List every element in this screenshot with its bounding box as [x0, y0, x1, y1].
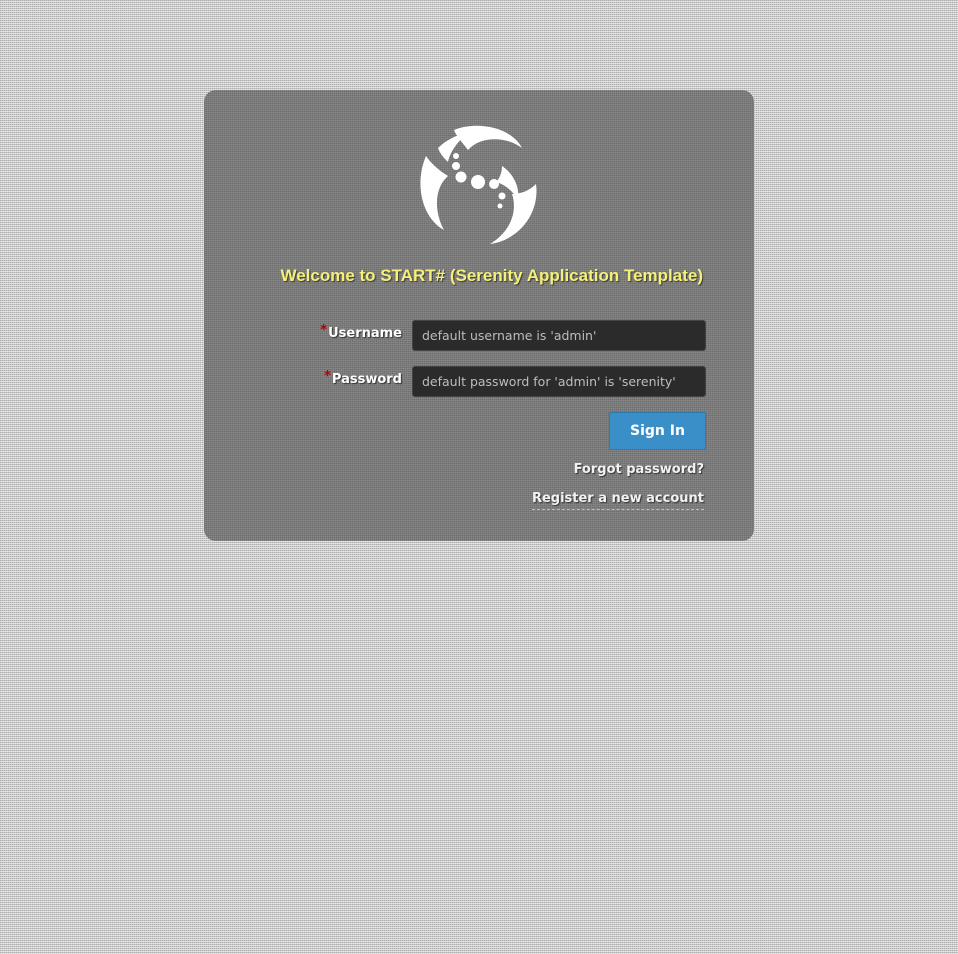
register-account-link[interactable]: Register a new account [531, 491, 704, 510]
sign-in-button[interactable]: Sign In [609, 412, 706, 450]
page-title: Welcome to START# (Serenity Application … [280, 266, 703, 285]
required-marker: * [324, 369, 331, 384]
username-label: *Username [262, 323, 402, 341]
required-marker: * [320, 323, 328, 338]
forgot-password-link[interactable]: Forgot password? [574, 462, 704, 477]
password-label-text: Password [331, 372, 402, 387]
username-label-text: Username [328, 326, 402, 341]
username-input[interactable] [412, 320, 706, 351]
serenity-logo-icon [420, 125, 537, 244]
login-panel: Welcome to START# (Serenity Application … [204, 90, 754, 541]
password-input[interactable] [412, 366, 706, 397]
password-label: *Password [262, 369, 402, 387]
